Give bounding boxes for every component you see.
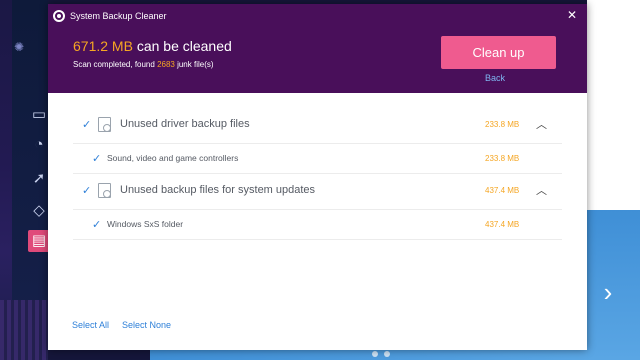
select-all-link[interactable]: Select All [72, 320, 109, 330]
clean-up-button[interactable]: Clean up [441, 36, 556, 69]
checkbox-checked-icon[interactable]: ✓ [92, 152, 101, 165]
cleanable-size: 671.2 MB [73, 38, 133, 54]
chevron-right-icon[interactable]: › [598, 279, 618, 305]
list-group-row[interactable]: ✓ Unused backup files for system updates… [73, 172, 562, 210]
checkbox-checked-icon[interactable]: ✓ [82, 118, 91, 131]
carousel-dots[interactable] [372, 351, 390, 357]
file-icon [98, 117, 111, 132]
group-size: 437.4 MB [485, 186, 520, 195]
monitor-icon[interactable]: ▭ [28, 104, 50, 126]
rocket-icon[interactable]: ➚ [28, 168, 50, 190]
background-app-panel [587, 0, 640, 210]
cleanable-summary: 671.2 MB can be cleaned [73, 38, 232, 54]
dialog-header: System Backup Cleaner ✕ 671.2 MB can be … [48, 4, 587, 93]
close-icon[interactable]: ✕ [565, 8, 579, 22]
backup-cleaner-dialog: System Backup Cleaner ✕ 671.2 MB can be … [48, 4, 587, 350]
item-label: Sound, video and game controllers [107, 153, 239, 163]
item-size: 437.4 MB [485, 220, 520, 229]
file-icon [98, 183, 111, 198]
list-group-row[interactable]: ✓ Unused driver backup files 233.8 MB ︿ [73, 106, 562, 144]
list-item-row[interactable]: ✓ Sound, video and game controllers 233.… [73, 144, 562, 174]
checkbox-checked-icon[interactable]: ✓ [82, 184, 91, 197]
background-cityscape [0, 300, 48, 360]
chevron-up-icon[interactable]: ︿ [536, 120, 547, 131]
scan-prefix: Scan completed, found [73, 60, 158, 69]
item-size: 233.8 MB [485, 154, 520, 163]
back-link[interactable]: Back [485, 73, 505, 83]
checkbox-checked-icon[interactable]: ✓ [92, 218, 101, 231]
group-size: 233.8 MB [485, 120, 520, 129]
toolbox-icon[interactable]: ▤ [28, 230, 50, 252]
sparkle-icon: ✺ [13, 40, 25, 54]
app-logo-icon [53, 10, 65, 22]
shield-icon[interactable]: ◇ [28, 200, 50, 222]
group-label: Unused backup files for system updates [120, 184, 316, 196]
cleanable-suffix: can be cleaned [132, 38, 232, 54]
item-label: Windows SxS folder [107, 219, 184, 229]
list-item-row[interactable]: ✓ Windows SxS folder 437.4 MB [73, 210, 562, 240]
group-label: Unused driver backup files [120, 118, 250, 130]
junk-file-count: 2683 [157, 60, 175, 69]
dialog-title: System Backup Cleaner [70, 11, 167, 21]
chevron-up-icon[interactable]: ︿ [536, 186, 547, 197]
speed-icon[interactable]: ◔ [28, 134, 50, 156]
scan-suffix: junk file(s) [174, 60, 214, 69]
select-none-link[interactable]: Select None [122, 320, 171, 330]
scan-status: Scan completed, found 2683 junk file(s) [73, 60, 214, 69]
